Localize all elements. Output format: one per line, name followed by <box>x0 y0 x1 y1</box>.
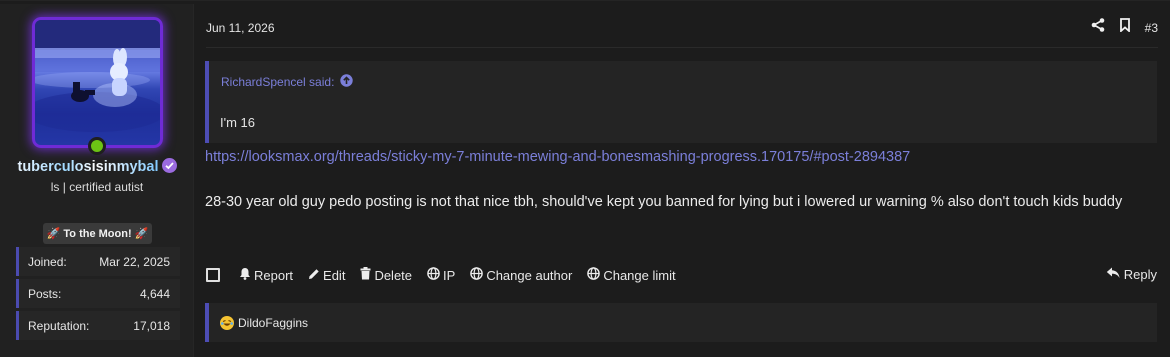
user-banner: 🚀 To the Moon! 🚀 <box>43 223 152 244</box>
ip-button[interactable]: IP <box>427 267 455 283</box>
edit-label: Edit <box>323 267 346 283</box>
delete-button[interactable]: Delete <box>360 267 412 283</box>
post-date[interactable]: Jun 11, 2026 <box>206 21 275 35</box>
username-row: tuberculosisinmybal <box>0 158 194 175</box>
post-main: Jun 11, 2026 #3 RichardSpencel said: I'm… <box>195 4 1170 357</box>
stat-posts: Posts: 4,644 <box>16 279 180 308</box>
select-checkbox[interactable] <box>206 268 220 282</box>
stat-reputation: Reputation: 17,018 <box>16 311 180 340</box>
post-link[interactable]: https://looksmax.org/threads/sticky-my-7… <box>205 149 910 165</box>
laughing-emoji-icon <box>220 315 234 330</box>
bookmark-icon[interactable] <box>1119 18 1131 37</box>
trash-icon <box>360 267 371 283</box>
header-divider <box>206 47 1158 48</box>
verified-badge-icon <box>161 158 177 173</box>
stat-label: Joined: <box>28 254 67 269</box>
stat-value[interactable]: 4,644 <box>140 287 170 301</box>
stat-label: Posts: <box>28 286 62 301</box>
quote-block: RichardSpencel said: I'm 16 <box>205 61 1157 143</box>
rocket-icon: 🚀 <box>46 228 61 240</box>
globe-icon <box>587 267 601 283</box>
post-body: 28-30 year old guy pedo posting is not t… <box>205 194 1123 210</box>
stat-value: Mar 22, 2025 <box>99 254 170 269</box>
change-limit-label: Change limit <box>603 267 676 283</box>
banner-label: To the Moon! <box>63 227 132 240</box>
share-icon[interactable] <box>1091 18 1105 37</box>
quote-header[interactable]: RichardSpencel said: <box>221 74 354 90</box>
reaction-user[interactable]: DildoFaggins <box>238 316 308 330</box>
user-sidebar: tuberculosisinmybal ls | certified autis… <box>0 4 194 357</box>
delete-label: Delete <box>374 267 413 283</box>
reply-button[interactable]: Reply <box>1106 267 1157 282</box>
user-title: ls | certified autist <box>50 180 144 194</box>
change-author-label: Change author <box>486 267 573 283</box>
report-label: Report <box>254 267 294 283</box>
edit-button[interactable]: Edit <box>308 268 345 283</box>
globe-icon <box>470 267 484 283</box>
post-actions: Report Edit Delete IP Change author Chan… <box>206 267 691 283</box>
change-limit-button[interactable]: Change limit <box>587 267 676 283</box>
online-status-indicator <box>88 137 106 155</box>
stat-value: 17,018 <box>133 318 170 333</box>
reply-icon <box>1106 267 1120 282</box>
rocket-icon: 🚀 <box>134 228 149 240</box>
quote-up-arrow-icon[interactable] <box>340 74 354 90</box>
stat-joined: Joined: Mar 22, 2025 <box>16 247 180 276</box>
pencil-icon <box>308 268 320 283</box>
bell-icon <box>239 267 251 283</box>
reply-label: Reply <box>1123 267 1157 282</box>
ip-label: IP <box>443 267 456 283</box>
quote-text: I'm 16 <box>220 115 255 130</box>
quote-author[interactable]: RichardSpencel said: <box>221 75 334 89</box>
report-button[interactable]: Report <box>239 267 293 283</box>
username[interactable]: tuberculosisinmybal <box>17 159 158 175</box>
post-header-actions: #3 <box>1091 18 1158 37</box>
change-author-button[interactable]: Change author <box>470 267 572 283</box>
post-number[interactable]: #3 <box>1145 21 1158 35</box>
reactions-bar[interactable]: DildoFaggins <box>205 303 1157 342</box>
globe-icon <box>427 267 440 283</box>
avatar[interactable] <box>32 17 163 148</box>
post-container: tuberculosisinmybal ls | certified autis… <box>0 0 1170 357</box>
stat-label: Reputation: <box>28 318 90 333</box>
